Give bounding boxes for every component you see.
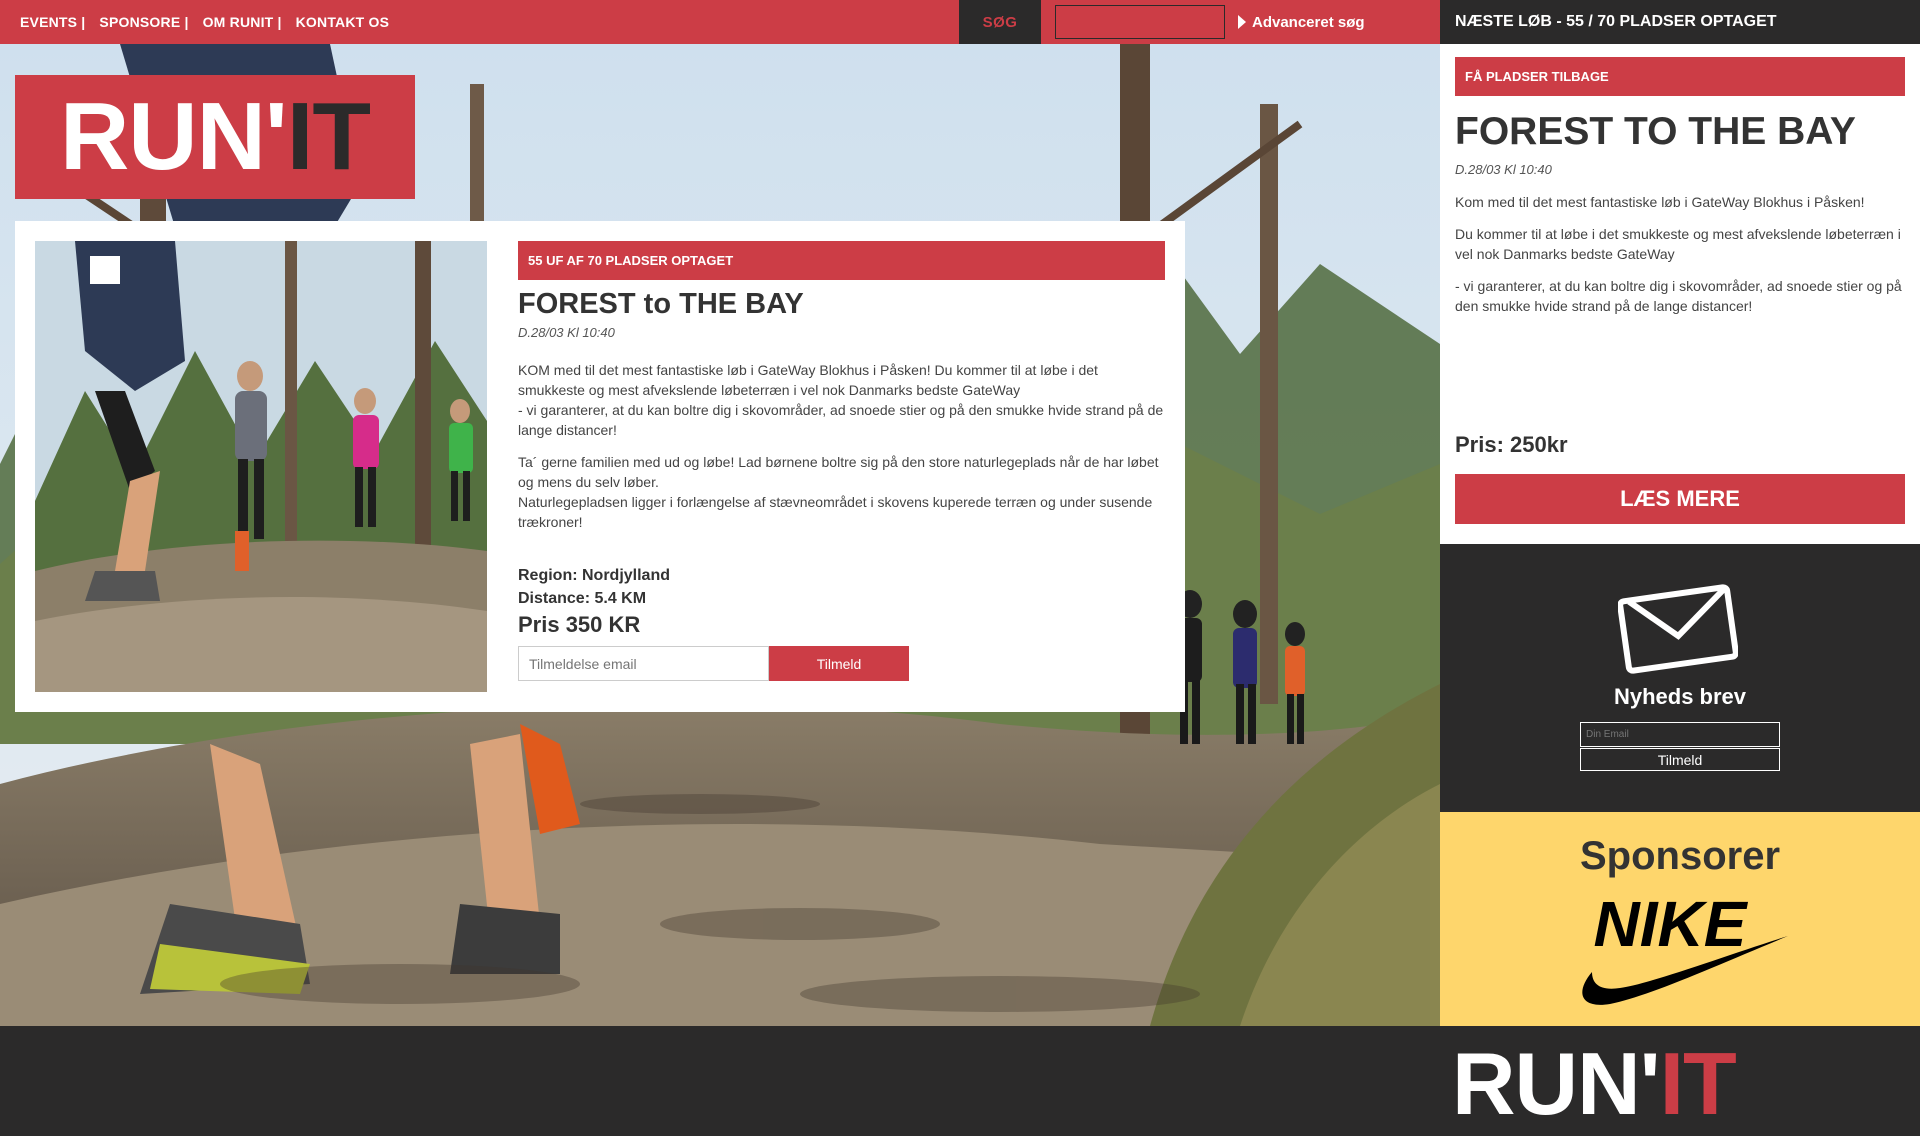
event-distance: Distance: 5.4 KM	[518, 590, 647, 607]
newsletter-panel: Nyheds brev Tilmeld	[1440, 544, 1920, 812]
nav-om-runit[interactable]: OM RUNIT |	[203, 14, 282, 30]
advanced-search-link[interactable]: Advanceret søg	[1238, 0, 1365, 44]
event-meta: Region: Nordjylland Distance: 5.4 KM	[518, 564, 1165, 610]
footer-logo[interactable]: RUN'IT	[1452, 1040, 1737, 1128]
event-photo-illustration	[35, 241, 487, 692]
newsletter-signup-button[interactable]: Tilmeld	[1580, 748, 1780, 771]
event-date: D.28/03 Kl 10:40	[518, 325, 615, 340]
search-input[interactable]	[1055, 5, 1225, 39]
triangle-right-icon	[1238, 15, 1246, 29]
few-spots-banner: FÅ PLADSER TILBAGE	[1455, 57, 1905, 96]
next-race-date: D.28/03 Kl 10:40	[1455, 162, 1552, 177]
event-card: 55 UF AF 70 PLADSER OPTAGET FOREST to TH…	[15, 221, 1185, 712]
top-nav-bar: EVENTS | SPONSORE | OM RUNIT | KONTAKT O…	[0, 0, 1440, 44]
search-label[interactable]: SØG	[959, 0, 1041, 44]
capacity-banner: 55 UF AF 70 PLADSER OPTAGET	[518, 241, 1165, 280]
logo-run: RUN'	[59, 83, 288, 190]
event-details: 55 UF AF 70 PLADSER OPTAGET FOREST to TH…	[518, 241, 1165, 681]
next-race-title: FOREST TO THE BAY	[1455, 110, 1856, 153]
read-more-button[interactable]: LÆS MERE	[1455, 474, 1905, 524]
logo-it: IT	[286, 83, 371, 190]
nav-events[interactable]: EVENTS |	[20, 14, 85, 30]
signup-email-input[interactable]	[518, 646, 769, 681]
next-race-desc-2: Du kommer til at løbe i det smukkeste og…	[1455, 226, 1901, 262]
footer: RUN'IT	[0, 1026, 1920, 1136]
sponsors-panel: Sponsorer NIKE	[1440, 812, 1920, 1026]
event-title: FOREST to THE BAY	[518, 288, 804, 320]
next-race-description: Kom med til det mest fantastiske løb i G…	[1455, 192, 1910, 328]
event-region: Region: Nordjylland	[518, 567, 670, 584]
advanced-search-label: Advanceret søg	[1252, 13, 1365, 31]
event-signup-form: Tilmeld	[518, 646, 1165, 681]
next-race-desc-3: - vi garanterer, at du kan boltre dig i …	[1455, 278, 1902, 314]
next-race-header: NÆSTE LØB - 55 / 70 PLADSER OPTAGET	[1440, 0, 1920, 44]
nav-sponsore[interactable]: SPONSORE |	[99, 14, 188, 30]
footer-logo-run: RUN'	[1452, 1034, 1661, 1133]
event-description: KOM med til det mest fantastiske løb i G…	[518, 360, 1165, 532]
next-race-panel: FÅ PLADSER TILBAGE FOREST TO THE BAY D.2…	[1440, 44, 1920, 544]
signup-button[interactable]: Tilmeld	[769, 646, 909, 681]
main-nav: EVENTS | SPONSORE | OM RUNIT | KONTAKT O…	[20, 0, 403, 44]
event-photo	[35, 241, 487, 692]
logo-text: RUN'IT	[60, 89, 371, 185]
nike-logo-text: NIKE	[1594, 888, 1749, 960]
next-race-price: Pris: 250kr	[1455, 432, 1568, 457]
event-description-paragraph-2: Ta´ gerne familien med ud og løbe! Lad b…	[518, 454, 1159, 530]
envelope-icon	[1618, 584, 1738, 674]
nike-logo[interactable]: NIKE	[1570, 884, 1790, 1014]
footer-logo-it: IT	[1659, 1034, 1737, 1133]
nav-kontakt-os[interactable]: KONTAKT OS	[296, 14, 390, 30]
newsletter-title: Nyheds brev	[1613, 684, 1747, 709]
newsletter-email-input[interactable]	[1580, 722, 1780, 747]
next-race-desc-1: Kom med til det mest fantastiske løb i G…	[1455, 194, 1865, 210]
event-description-paragraph-1: KOM med til det mest fantastiske løb i G…	[518, 362, 1164, 438]
event-price: Pris 350 KR	[518, 612, 641, 637]
site-logo[interactable]: RUN'IT	[15, 75, 415, 199]
sponsors-title: Sponsorer	[1579, 834, 1781, 878]
